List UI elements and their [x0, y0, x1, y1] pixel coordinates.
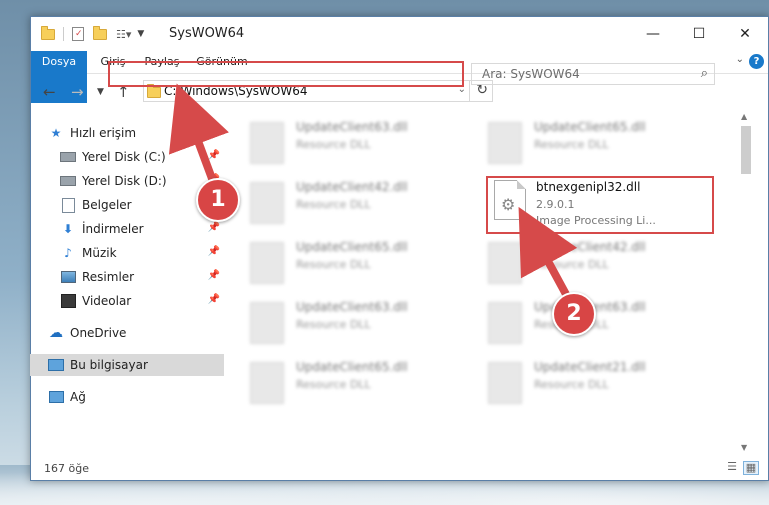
- annotation-arrows: [168, 83, 578, 302]
- step-2-badge: 2: [552, 292, 596, 336]
- arrow-step-1: [168, 83, 229, 188]
- arrow-step-2: [518, 206, 578, 302]
- step-1-badge: 1: [196, 178, 240, 222]
